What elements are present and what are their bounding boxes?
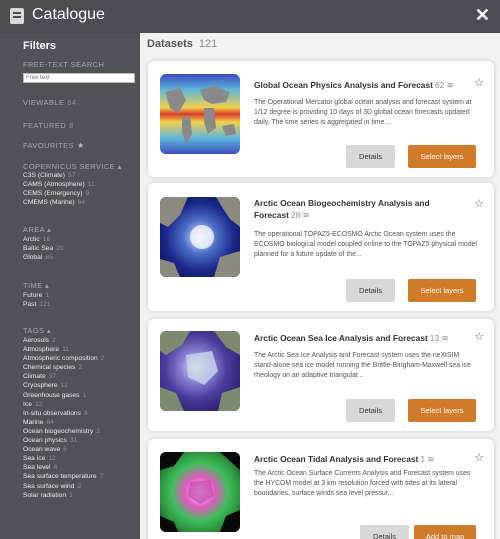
filter-item[interactable]: Ocean wave 5 — [23, 445, 104, 454]
layers-icon: ≋ — [302, 210, 310, 220]
layers-icon: ≋ — [441, 333, 449, 343]
details-button[interactable]: Details — [346, 279, 395, 302]
layer-count: 13 ≋ — [429, 333, 449, 343]
layer-count: 62 ≋ — [434, 80, 454, 90]
add-to-map-button[interactable]: Add to map — [414, 525, 476, 539]
filter-item[interactable]: C3S (Climate) 37 — [23, 171, 95, 180]
dataset-card: Arctic Ocean Tidal Analysis and Forecast… — [148, 439, 494, 539]
favourite-star-icon[interactable]: ☆ — [474, 76, 484, 89]
filter-item[interactable]: Marine 64 — [23, 418, 104, 427]
dataset-title[interactable]: Arctic Ocean Sea Ice Analysis and Foreca… — [254, 332, 469, 344]
close-icon[interactable]: ✕ — [475, 5, 490, 26]
catalogue-icon — [10, 8, 24, 24]
dataset-description: The Arctic Sea Ice Analysis and Forecast… — [254, 352, 471, 379]
dataset-title[interactable]: Arctic Ocean Tidal Analysis and Forecast… — [254, 453, 469, 465]
filter-item[interactable]: Climate 37 — [23, 372, 104, 381]
layer-count: 1 ≋ — [420, 454, 435, 464]
dataset-description: The Arctic Ocean Surface Currents Analys… — [254, 470, 471, 497]
dataset-description: The Operational Mercator global ocean an… — [254, 99, 472, 126]
dataset-thumbnail — [160, 452, 240, 532]
filter-item[interactable]: CAMS (Atmosphere) 11 — [23, 180, 95, 189]
filter-item[interactable]: Aerosols 2 — [23, 336, 104, 345]
datasets-panel: Datasets 121 Global Ocean Physics Analys… — [140, 33, 500, 539]
filter-item[interactable]: Sea surface temperature 7 — [23, 472, 104, 481]
dataset-title[interactable]: Arctic Ocean Biogeochemistry Analysis an… — [254, 197, 469, 221]
catalogue-modal: Catalogue ✕ Filters FREE-TEXT SEARCH VIE… — [0, 0, 500, 539]
dataset-thumbnail — [160, 197, 240, 277]
filter-item[interactable]: Past 121 — [23, 300, 51, 309]
filter-item[interactable]: Future 1 — [23, 291, 51, 300]
filter-item[interactable]: Baltic Sea 20 — [23, 244, 64, 253]
dataset-title[interactable]: Global Ocean Physics Analysis and Foreca… — [254, 79, 469, 91]
star-icon: ★ — [76, 141, 85, 150]
filter-item[interactable]: In-situ observations 4 — [23, 409, 104, 418]
time-header[interactable]: TIME ▴ — [23, 281, 49, 290]
favourite-star-icon[interactable]: ☆ — [474, 451, 484, 464]
filter-item[interactable]: CMEMS (Marine) 64 — [23, 198, 95, 207]
dataset-card: Arctic Ocean Sea Ice Analysis and Foreca… — [148, 319, 494, 431]
area-list: Arctic 16 Baltic Sea 20 Global 85 — [23, 235, 64, 262]
filter-item[interactable]: Sea level 4 — [23, 463, 104, 472]
filter-item[interactable]: Cryosphere 12 — [23, 381, 104, 390]
datasets-count: 121 — [198, 38, 218, 50]
filter-viewable-label: VIEWABLE — [23, 98, 65, 107]
filter-item[interactable]: Ocean biogeochemistry 2 — [23, 427, 104, 436]
area-header[interactable]: AREA ▴ — [23, 225, 51, 234]
filter-item[interactable]: Global 85 — [23, 253, 64, 262]
dataset-description: The operational TOPAZ5-ECOSMO Arctic Oce… — [254, 231, 477, 258]
filter-item[interactable]: Greenhouse gases 1 — [23, 391, 104, 400]
filter-featured-label: FEATURED — [23, 121, 67, 130]
favourite-star-icon[interactable]: ☆ — [474, 197, 484, 210]
filter-featured[interactable]: FEATURED 8 — [23, 121, 74, 130]
filter-item[interactable]: CEMS (Emergency) 9 — [23, 189, 95, 198]
filter-item[interactable]: Arctic 16 — [23, 235, 64, 244]
details-button[interactable]: Details — [346, 145, 395, 168]
filter-viewable-count: 64 — [67, 98, 77, 107]
filter-item[interactable]: Atmospheric composition 2 — [23, 354, 104, 363]
filters-title: Filters — [23, 40, 57, 52]
free-text-search-label: FREE-TEXT SEARCH — [23, 60, 105, 69]
select-layers-button[interactable]: Select layers — [408, 399, 476, 422]
tags-list: Aerosols 2 Atmosphere 11 Atmospheric compo… — [23, 336, 104, 500]
favourite-star-icon[interactable]: ☆ — [474, 330, 484, 343]
filter-viewable[interactable]: VIEWABLE 64 — [23, 98, 76, 107]
copernicus-service-list: C3S (Climate) 37 CAMS (Atmosphere) 11 CEMS… — [23, 171, 95, 207]
select-layers-button[interactable]: Select layers — [408, 279, 476, 302]
free-text-search-input[interactable] — [23, 73, 135, 83]
copernicus-service-header[interactable]: COPERNICUS SERVICE ▴ — [23, 162, 122, 171]
layers-icon: ≋ — [427, 454, 435, 464]
filter-item[interactable]: Sea surface wind 2 — [23, 482, 104, 491]
dataset-thumbnail — [160, 74, 240, 154]
details-button[interactable]: Details — [360, 525, 409, 539]
tags-header[interactable]: TAGS ▴ — [23, 326, 51, 335]
details-button[interactable]: Details — [346, 399, 395, 422]
datasets-title: Datasets 121 — [147, 38, 218, 50]
filter-favourites[interactable]: FAVOURITES ★ — [23, 141, 85, 150]
filter-item[interactable]: Ice 12 — [23, 400, 104, 409]
dataset-card: Global Ocean Physics Analysis and Foreca… — [148, 61, 494, 177]
filter-item[interactable]: Ocean physics 31 — [23, 436, 104, 445]
layer-count: 28 ≋ — [290, 210, 310, 220]
filter-favourites-label: FAVOURITES — [23, 141, 74, 150]
layers-icon: ≋ — [446, 80, 454, 90]
filter-item[interactable]: Sea ice 12 — [23, 454, 104, 463]
filters-sidebar: Filters FREE-TEXT SEARCH VIEWABLE64 FEAT… — [0, 33, 140, 539]
modal-title: Catalogue — [32, 6, 105, 23]
filter-item[interactable]: Solar radiation 1 — [23, 491, 104, 500]
filter-item[interactable]: Chemical species 2 — [23, 363, 104, 372]
modal-header: Catalogue ✕ — [0, 0, 500, 33]
dataset-thumbnail — [160, 331, 240, 411]
filter-item[interactable]: Atmosphere 11 — [23, 345, 104, 354]
select-layers-button[interactable]: Select layers — [408, 145, 476, 168]
dataset-card: Arctic Ocean Biogeochemistry Analysis an… — [148, 183, 494, 311]
filter-featured-count: 8 — [69, 121, 74, 130]
time-list: Future 1 Past 121 — [23, 291, 51, 309]
